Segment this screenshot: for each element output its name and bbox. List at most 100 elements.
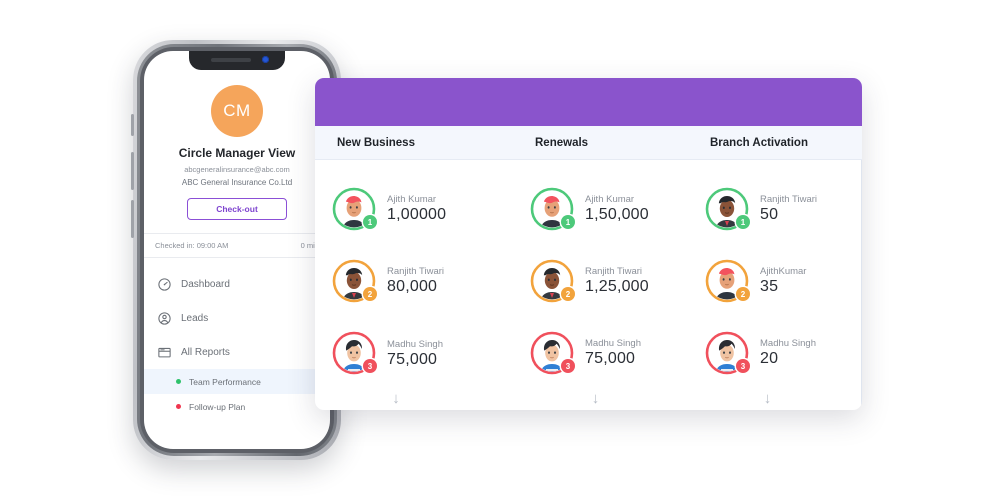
avatar: 1 <box>530 187 575 231</box>
column-header-new-business: New Business <box>337 136 415 149</box>
avatar: 1 <box>705 187 750 231</box>
speedometer-icon <box>157 277 172 292</box>
phone-mute-switch[interactable] <box>131 114 134 136</box>
folder-icon <box>157 345 172 360</box>
sidebar-item-dashboard[interactable]: Dashboard <box>144 267 330 301</box>
screenshot-root: CM Circle Manager View abcgeneralinsuran… <box>0 0 1000 500</box>
row-text: AjithKumar 35 <box>760 266 806 296</box>
table-row[interactable]: 3 Madhu Singh 20 <box>688 317 861 389</box>
table-row[interactable]: 3 Madhu Singh 75,000 <box>315 317 513 389</box>
rank-badge: 1 <box>363 215 377 229</box>
team-performance-card: New Business Renewals Branch Activation <box>315 78 862 410</box>
phone-notch <box>189 51 285 70</box>
row-text: Madhu Singh 75,000 <box>387 338 443 369</box>
profile-email: abcgeneralinsurance@abc.com <box>184 165 290 174</box>
phone-screen: CM Circle Manager View abcgeneralinsuran… <box>144 51 330 449</box>
person-name: Ranjith Tiwari <box>387 266 445 277</box>
profile-name: Circle Manager View <box>178 146 296 160</box>
table-row[interactable]: 3 Madhu Singh 75,000 <box>513 317 688 389</box>
metric-value: 80,000 <box>387 278 438 295</box>
table-row[interactable]: 2 Ranjith Tiwari 1,25,000 <box>513 245 688 317</box>
rank-badge: 1 <box>561 215 575 229</box>
arrow-down-icon[interactable]: ↓ <box>315 391 513 406</box>
sidebar-item-leads[interactable]: Leads <box>144 301 330 335</box>
profile-organization: ABC General Insurance Co.Ltd <box>181 178 293 187</box>
table-body: 1 Ajith Kumar 1,00000 2 Ranjith Tiwari 8… <box>315 160 862 410</box>
sidebar-subitem-label: Team Performance <box>189 376 261 387</box>
check-in-time-label: Checked in: 09:00 AM <box>155 241 229 250</box>
person-name: Madhu Singh <box>760 338 816 349</box>
rank-badge: 3 <box>561 359 575 373</box>
metric-value: 1,25,000 <box>585 278 649 295</box>
user-circle-icon <box>157 311 172 326</box>
card-header-band <box>315 78 862 126</box>
person-name: Ranjith Tiwari <box>760 194 818 205</box>
metric-value: 1,00000 <box>387 206 447 223</box>
sidebar-item-label: Dashboard <box>181 278 230 290</box>
table-row[interactable]: 1 Ranjith Tiwari 50 <box>688 173 861 245</box>
person-name: Madhu Singh <box>387 338 443 350</box>
table-row[interactable]: 2 AjithKumar 35 <box>688 245 861 317</box>
sidebar-menu: Dashboard Leads All Reports Team Perform… <box>144 267 330 419</box>
column-header-renewals: Renewals <box>535 136 589 149</box>
table-row[interactable]: 1 Ajith Kumar 1,00000 <box>315 173 513 245</box>
person-name: AjithKumar <box>760 266 807 277</box>
status-dot-icon <box>176 379 181 384</box>
sidebar-subitem-label: Follow-up Plan <box>189 401 246 412</box>
avatar: 2 <box>530 259 575 303</box>
status-dot-icon <box>176 404 181 409</box>
phone-volume-down-button[interactable] <box>131 200 134 238</box>
person-name: Ranjith Tiwari <box>585 266 643 277</box>
sidebar-item-all-reports[interactable]: All Reports <box>144 335 330 369</box>
column-renewals: 1 Ajith Kumar 1,50,000 2 Ranjith Tiwari … <box>513 160 688 410</box>
person-name: Madhu Singh <box>585 338 641 349</box>
avatar: 3 <box>705 331 750 375</box>
avatar: 1 <box>332 187 377 231</box>
avatar: 3 <box>530 331 575 375</box>
row-text: Ranjith Tiwari 50 <box>760 194 817 224</box>
avatar: 2 <box>332 259 377 303</box>
metric-value: 20 <box>760 350 779 367</box>
avatar: 3 <box>332 331 377 375</box>
front-camera-icon <box>262 56 269 63</box>
sidebar-subitem-follow-up-plan[interactable]: Follow-up Plan <box>144 394 330 419</box>
rank-badge: 2 <box>561 287 575 301</box>
sidebar-item-label: All Reports <box>181 346 230 358</box>
person-name: Ajith Kumar <box>387 194 437 205</box>
sidebar-item-label: Leads <box>181 312 209 324</box>
column-new-business: 1 Ajith Kumar 1,00000 2 Ranjith Tiwari 8… <box>315 160 513 410</box>
row-text: Ranjith Tiwari 1,25,000 <box>585 266 649 296</box>
avatar: 2 <box>705 259 750 303</box>
row-text: Ranjith Tiwari 80,000 <box>387 266 444 296</box>
rank-badge: 3 <box>736 359 750 373</box>
metric-value: 75,000 <box>585 350 636 367</box>
app-sidebar-panel: CM Circle Manager View abcgeneralinsuran… <box>144 51 330 449</box>
rank-badge: 2 <box>736 287 750 301</box>
arrow-down-icon[interactable]: ↓ <box>513 391 688 406</box>
row-text: Madhu Singh 20 <box>760 338 816 368</box>
sidebar-subitem-team-performance[interactable]: Team Performance <box>144 369 330 394</box>
row-text: Ajith Kumar 1,00000 <box>387 194 446 224</box>
metric-value: 1,50,000 <box>585 206 649 223</box>
avatar: CM <box>211 85 263 137</box>
metric-value: 75,000 <box>387 350 438 368</box>
column-header-branch-activation: Branch Activation <box>710 136 808 149</box>
table-row[interactable]: 1 Ajith Kumar 1,50,000 <box>513 173 688 245</box>
arrow-down-icon[interactable]: ↓ <box>688 391 861 406</box>
phone-volume-up-button[interactable] <box>131 152 134 190</box>
metric-value: 35 <box>760 278 779 295</box>
column-branch-activation: 1 Ranjith Tiwari 50 2 AjithKumar 35 3 Ma… <box>688 160 862 410</box>
person-name: Ajith Kumar <box>585 194 635 205</box>
row-text: Madhu Singh 75,000 <box>585 338 641 368</box>
metric-value: 50 <box>760 206 779 223</box>
check-in-status-bar: Checked in: 09:00 AM 0 min <box>144 233 330 258</box>
table-header-row: New Business Renewals Branch Activation <box>315 126 862 160</box>
rank-badge: 2 <box>363 287 377 301</box>
phone-mockup: CM Circle Manager View abcgeneralinsuran… <box>131 40 343 460</box>
check-out-button[interactable]: Check-out <box>187 198 287 220</box>
rank-badge: 1 <box>736 215 750 229</box>
row-text: Ajith Kumar 1,50,000 <box>585 194 649 224</box>
table-row[interactable]: 2 Ranjith Tiwari 80,000 <box>315 245 513 317</box>
earpiece-speaker <box>211 58 251 62</box>
rank-badge: 3 <box>363 359 377 373</box>
